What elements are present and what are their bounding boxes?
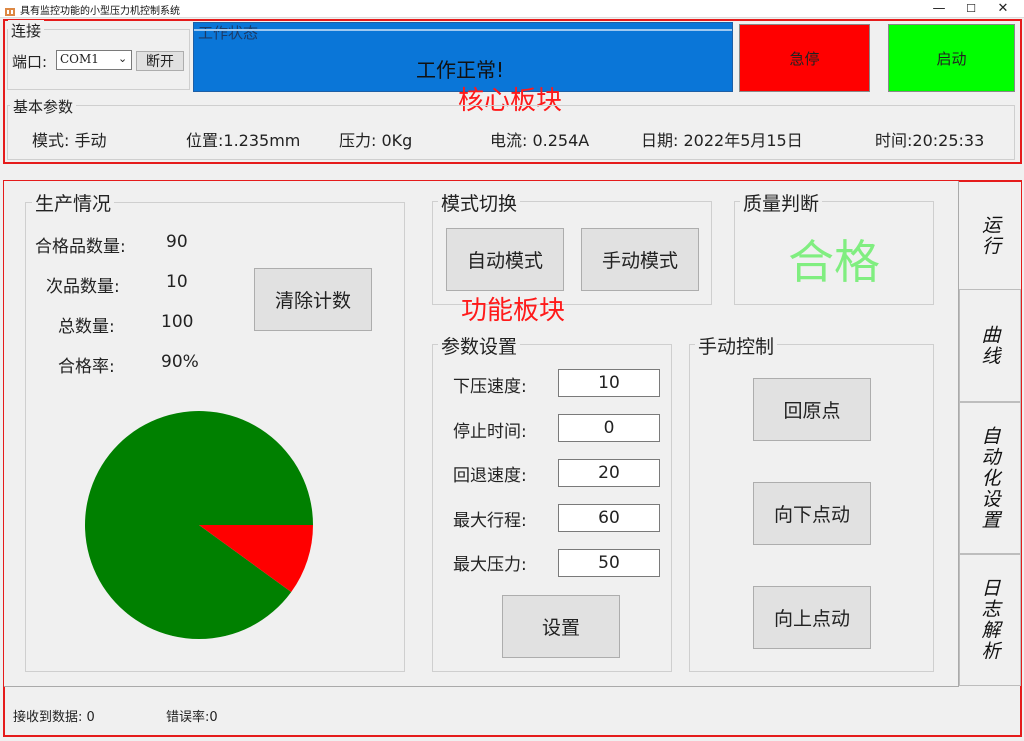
app-icon (4, 3, 16, 16)
received-data-status: 接收到数据: 0 (13, 710, 95, 725)
param-settings-group-title: 参数设置 (438, 332, 521, 359)
manual-control-group-title: 手动控制 (695, 332, 778, 359)
quality-pie-chart (85, 411, 314, 639)
work-status-message: 工作正常! (415, 58, 505, 82)
emergency-stop-button[interactable]: 急停 (739, 24, 870, 92)
production-group-title: 生产情况 (32, 189, 115, 216)
tab-run[interactable]: 运行 (959, 182, 1021, 289)
qualified-count-value: 90 (166, 232, 188, 252)
qualified-count-label: 合格品数量: (35, 237, 126, 257)
max-stroke-label: 最大行程: (453, 511, 527, 531)
press-speed-label: 下压速度: (453, 377, 527, 397)
tab-automation-settings[interactable]: 自动化设置 (959, 402, 1021, 554)
date-status: 日期: 2022年5月15日 (641, 131, 803, 150)
max-pressure-input[interactable]: 50 (558, 549, 660, 577)
window-title: 具有监控功能的小型压力机控制系统 (20, 6, 180, 17)
disconnect-button[interactable]: 断开 (136, 51, 184, 71)
return-speed-label: 回退速度: (453, 466, 527, 486)
tab-curve[interactable]: 曲线 (959, 289, 1021, 402)
press-speed-input[interactable]: 10 (558, 369, 660, 397)
connection-group-title: 连接 (8, 20, 45, 41)
work-status-divider (194, 29, 732, 31)
clear-count-button[interactable]: 清除计数 (254, 268, 372, 331)
jog-up-button[interactable]: 向上点动 (753, 586, 871, 649)
defective-count-label: 次品数量: (46, 277, 120, 297)
return-home-button[interactable]: 回原点 (753, 378, 871, 441)
stop-time-label: 停止时间: (453, 422, 527, 442)
basic-params-group-title: 基本参数 (10, 96, 77, 117)
work-status-group-title: 工作状态 (198, 24, 259, 42)
tab-automation-settings-label: 自动化设置 (978, 425, 1001, 531)
pass-rate-label: 合格率: (58, 357, 115, 377)
tab-run-label: 运行 (979, 214, 1001, 257)
tab-log-analysis[interactable]: 日志解析 (959, 554, 1021, 686)
current-status: 电流: 0.254A (490, 131, 590, 150)
port-select[interactable]: COM1 ⌄ (56, 50, 132, 70)
pass-rate-value: 90% (161, 352, 199, 372)
max-pressure-label: 最大压力: (453, 555, 527, 575)
position-status: 位置:1.235mm (186, 131, 301, 150)
port-select-value: COM1 (60, 52, 99, 66)
jog-down-button[interactable]: 向下点动 (753, 482, 871, 545)
total-count-label: 总数量: (58, 317, 115, 337)
start-button[interactable]: 启动 (888, 24, 1015, 92)
auto-mode-button[interactable]: 自动模式 (446, 228, 564, 291)
mode-switch-group-title: 模式切换 (438, 189, 521, 216)
defective-count-value: 10 (166, 272, 188, 292)
close-button[interactable]: ✕ (980, 0, 1024, 18)
port-label: 端口: (12, 53, 48, 71)
manual-mode-button[interactable]: 手动模式 (581, 228, 699, 291)
tab-log-analysis-label: 日志解析 (978, 578, 1001, 662)
tab-curve-label: 曲线 (978, 324, 1001, 367)
quality-result: 合格 (788, 235, 880, 289)
quality-group-title: 质量判断 (740, 189, 823, 216)
title-bar: 具有监控功能的小型压力机控制系统 — ☐ ✕ (0, 0, 1024, 18)
function-section-label: 功能板块 (461, 296, 566, 326)
apply-settings-button[interactable]: 设置 (502, 595, 620, 658)
chevron-down-icon: ⌄ (118, 52, 128, 65)
return-speed-input[interactable]: 20 (558, 459, 660, 487)
mode-status: 模式: 手动 (32, 131, 107, 150)
time-status: 时间:20:25:33 (875, 131, 985, 150)
error-rate-status: 错误率:0 (166, 710, 218, 725)
max-stroke-input[interactable]: 60 (558, 504, 660, 532)
total-count-value: 100 (161, 312, 194, 332)
stop-time-input[interactable]: 0 (558, 414, 660, 442)
pressure-status: 压力: 0Kg (339, 131, 413, 150)
